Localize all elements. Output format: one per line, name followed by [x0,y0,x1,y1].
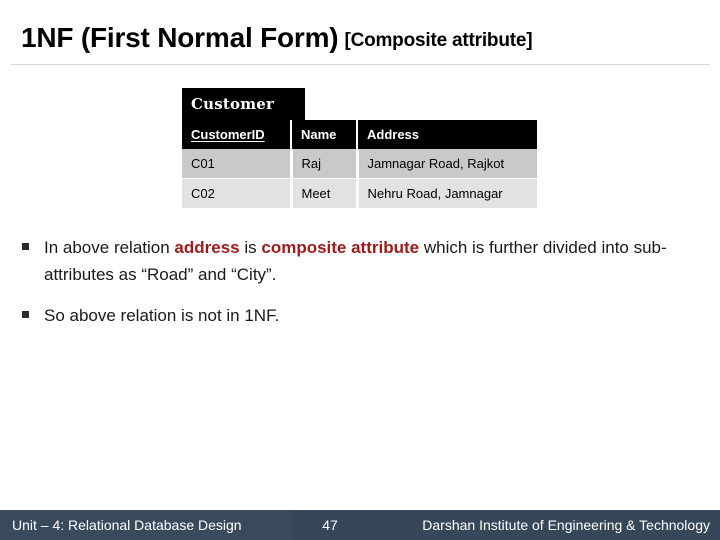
emphasis-text: address [174,238,240,257]
emphasis-text: composite attribute [261,238,420,257]
cell-customerid: C01 [182,149,293,179]
table-caption: Customer [182,88,305,120]
list-item-text: So above relation is not in 1NF. [44,302,701,329]
column-header-name-label: Name [301,127,337,142]
title-divider [11,64,710,65]
footer-page-number: 47 [322,517,338,533]
bullet-list: In above relation address is composite a… [21,234,701,343]
cell-address: Nehru Road, Jamnagar [357,178,537,209]
square-bullet-icon [22,311,29,318]
table-row: C01 Raj Jamnagar Road, Rajkot [182,149,537,179]
table-header-row: CustomerID Name Address [182,120,537,149]
plain-text: In above relation [44,238,175,257]
column-header-customerid: CustomerID [182,120,292,149]
plain-text: So above relation is not in 1NF. [44,306,280,325]
cell-name: Meet [291,178,359,209]
cell-address: Jamnagar Road, Rajkot [357,149,537,179]
page-title: 1NF (First Normal Form) [Composite attrib… [21,22,533,53]
footer-organization-label: Darshan Institute of Engineering & Techn… [422,517,710,533]
customer-table: CustomerID Name Address C01 Raj Jamnagar… [182,120,537,209]
cell-customerid: C02 [182,178,293,209]
column-header-address-label: Address [367,127,420,142]
list-item: In above relation address is composite a… [21,234,701,288]
list-item-text: In above relation address is composite a… [44,234,701,288]
table-row: C02 Meet Nehru Road, Jamnagar [182,178,537,209]
column-header-name: Name [291,120,358,149]
square-bullet-icon [22,243,29,250]
plain-text: is [239,238,262,257]
cell-name: Raj [291,149,359,179]
column-header-address: Address [357,120,537,149]
page-title-main: 1NF (First Normal Form) [21,22,339,53]
column-header-customerid-label: CustomerID [191,127,265,142]
page-title-subtitle: [Composite attribute] [344,30,533,51]
list-item: So above relation is not in 1NF. [21,302,701,329]
customer-table-block: Customer CustomerID Name Address C01 Raj… [182,88,537,209]
footer-unit-label: Unit – 4: Relational Database Design [12,517,242,533]
